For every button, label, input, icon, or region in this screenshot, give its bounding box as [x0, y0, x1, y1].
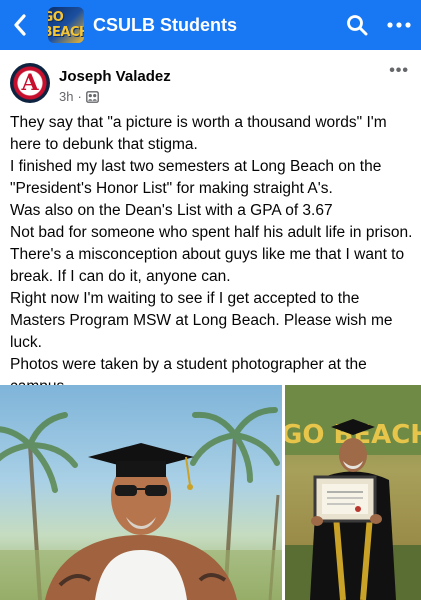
post-paragraph: They say that "a picture is worth a thou…: [10, 114, 387, 153]
chevron-left-icon: [14, 14, 26, 36]
author-name[interactable]: Joseph Valadez: [59, 68, 171, 85]
post-body: They say that "a picture is worth a thou…: [10, 112, 415, 398]
group-header-bar: GO BEACH CSULB Students: [0, 0, 421, 50]
photo-graduate-diploma[interactable]: GO BEACH: [285, 385, 421, 600]
group-logo[interactable]: GO BEACH: [48, 7, 84, 43]
photo-graduate-portrait[interactable]: [0, 385, 282, 600]
post-paragraph: I finished my last two semesters at Long…: [10, 158, 382, 197]
group-logo-text: GO BEACH: [48, 10, 84, 40]
post-paragraph: Not bad for someone who spent half his a…: [10, 224, 413, 241]
search-icon: [347, 15, 368, 36]
avatar-letter: A: [21, 70, 39, 96]
photo-graduate-portrait-art: [0, 407, 282, 600]
post-paragraph: Right now I'm waiting to see if I get ac…: [10, 290, 393, 351]
avatar[interactable]: A: [10, 63, 50, 103]
post-paragraph: There's a misconception about guys like …: [10, 246, 405, 285]
post-more-button[interactable]: •••: [389, 62, 409, 80]
more-options-button[interactable]: [377, 0, 421, 50]
search-button[interactable]: [337, 0, 377, 50]
post-time[interactable]: 3h: [59, 89, 73, 104]
group-name[interactable]: CSULB Students: [93, 15, 337, 36]
post-photos: GO BEACH: [0, 385, 421, 600]
post-header: A Joseph Valadez 3h · •••: [0, 58, 421, 110]
photo-graduate-diploma-art: GO BEACH: [285, 385, 421, 600]
back-button[interactable]: [0, 0, 40, 50]
post-paragraph: Was also on the Dean's List with a GPA o…: [10, 202, 333, 219]
more-horizontal-icon: [387, 22, 411, 28]
group-audience-icon: [85, 90, 99, 103]
meta-separator: ·: [77, 89, 82, 104]
post-meta: 3h ·: [59, 89, 99, 104]
